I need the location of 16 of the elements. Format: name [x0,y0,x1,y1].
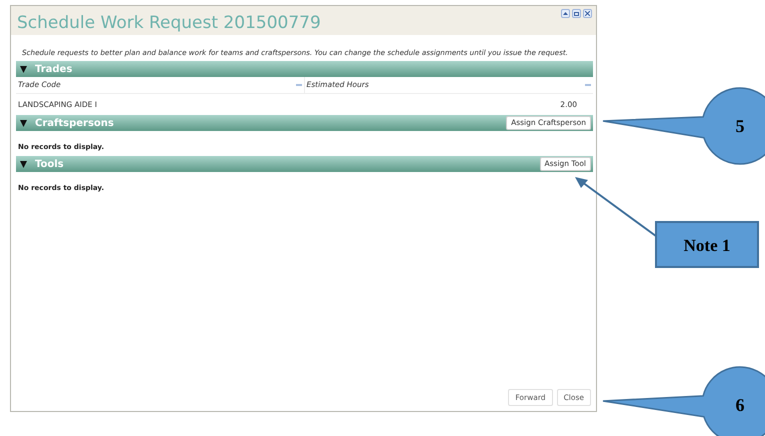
collapse-button[interactable] [561,9,570,18]
callout-number: 6 [736,395,744,415]
collapse-arrow-icon[interactable] [20,160,27,168]
maximize-button[interactable] [572,9,581,18]
callout-number: 5 [736,116,744,136]
window-title: Schedule Work Request 201500779 [17,13,321,33]
maximize-icon [574,12,579,16]
section-title: Trades [35,64,72,74]
close-icon [585,11,590,16]
close-button[interactable] [583,9,592,18]
note-label: Note 1 [684,236,730,255]
collapse-arrow-icon[interactable] [20,120,27,126]
collapse-icon [563,12,568,15]
section-title: Tools [35,158,64,170]
section-title: Craftspersons [35,118,114,128]
collapse-arrow-icon[interactable] [20,66,27,72]
